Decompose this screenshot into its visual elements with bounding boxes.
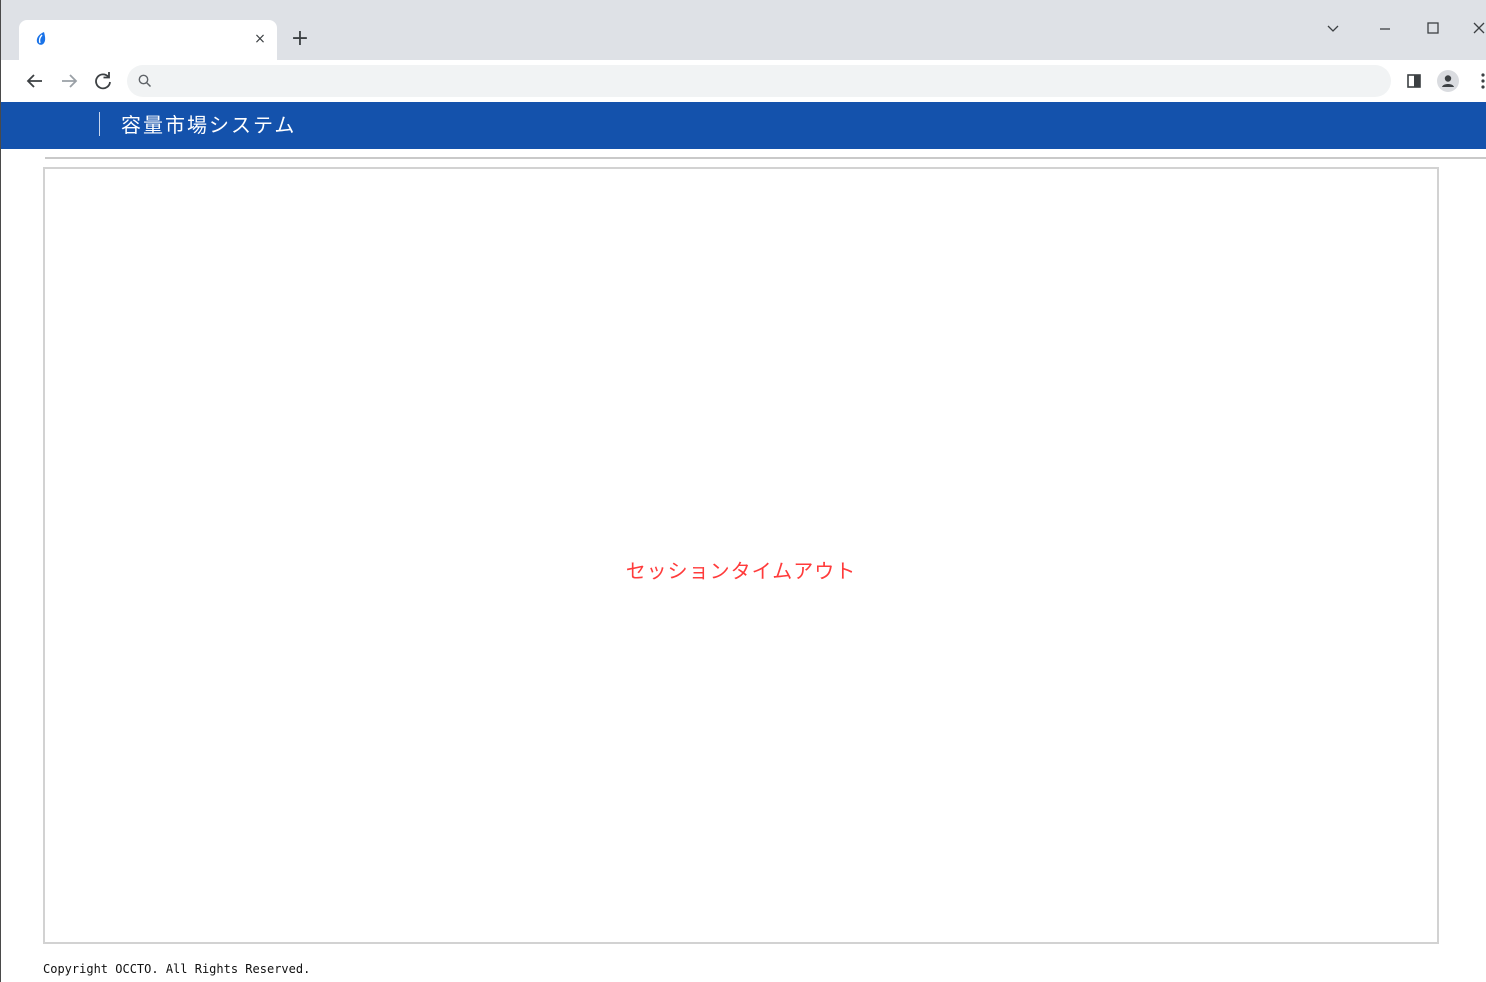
- app-title: 容量市場システム: [121, 113, 297, 137]
- back-icon[interactable]: [23, 69, 47, 93]
- menu-dots-icon[interactable]: [1473, 70, 1486, 92]
- address-bar[interactable]: [127, 65, 1391, 99]
- reload-icon[interactable]: [91, 69, 115, 93]
- side-panel-icon[interactable]: [1403, 70, 1425, 92]
- app-header: 容量市場システム: [1, 102, 1486, 149]
- tab-close-icon[interactable]: ×: [251, 30, 269, 48]
- content-panel: セッションタイムアウト: [43, 167, 1439, 944]
- copyright-text: Copyright OCCTO. All Rights Reserved.: [43, 962, 311, 976]
- header-separator: [99, 112, 100, 136]
- profile-avatar-icon[interactable]: [1437, 70, 1459, 92]
- window-close-icon[interactable]: [1467, 16, 1486, 40]
- new-tab-button[interactable]: +: [289, 28, 311, 50]
- minimize-icon[interactable]: [1373, 16, 1397, 40]
- maximize-icon[interactable]: [1421, 16, 1445, 40]
- header-divider: [45, 157, 1486, 159]
- browser-toolbar: [1, 60, 1486, 102]
- tab-strip: × +: [1, 0, 1486, 60]
- session-timeout-message: セッションタイムアウト: [625, 559, 857, 583]
- search-icon: [137, 73, 153, 89]
- browser-tab[interactable]: ×: [19, 20, 277, 60]
- droplet-icon: [33, 31, 49, 47]
- url-input[interactable]: [167, 65, 1371, 99]
- browser-window: × + 容量市場システム セッションタイムアウト Copyright OCCTO…: [0, 0, 1486, 982]
- forward-icon[interactable]: [57, 69, 81, 93]
- tab-search-icon[interactable]: [1321, 16, 1345, 40]
